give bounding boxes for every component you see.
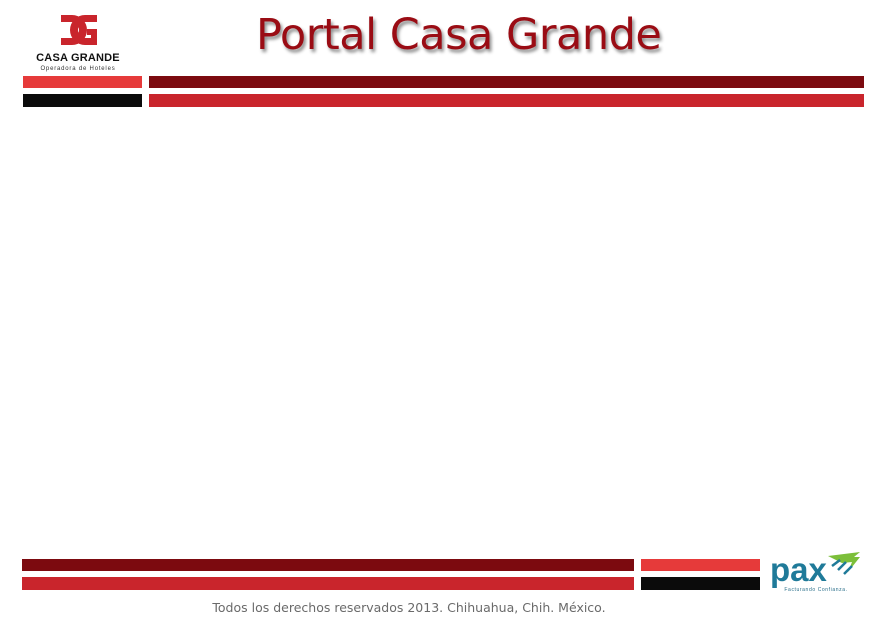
logo-company-subtitle: Operadora de Hoteles [40, 66, 116, 72]
pax-wordmark: pax [770, 551, 828, 588]
footer-right-black-stripe [641, 577, 760, 590]
casa-grande-logo-mark [61, 15, 97, 45]
header-left-red-stripe [23, 76, 142, 88]
pax-logo: pax Facturando Confianza. [768, 548, 864, 594]
footer-dark-red-stripe [22, 559, 634, 571]
header-dark-red-stripe [149, 76, 864, 88]
pax-tagline: Facturando Confianza. [784, 587, 848, 593]
casa-grande-logo: CASA GRANDE Operadora de Hoteles [24, 12, 132, 74]
pax-logo-mark: pax [770, 551, 860, 588]
footer-red-stripe [22, 577, 634, 590]
logo-company-name: CASA GRANDE [36, 52, 120, 64]
main-content-area [22, 115, 864, 547]
page-title: Portal Casa Grande [256, 10, 662, 60]
footer-copyright: Todos los derechos reservados 2013. Chih… [212, 600, 606, 615]
header-left-black-stripe [23, 94, 142, 107]
footer-right-red-stripe [641, 559, 760, 571]
header-red-stripe [149, 94, 864, 107]
